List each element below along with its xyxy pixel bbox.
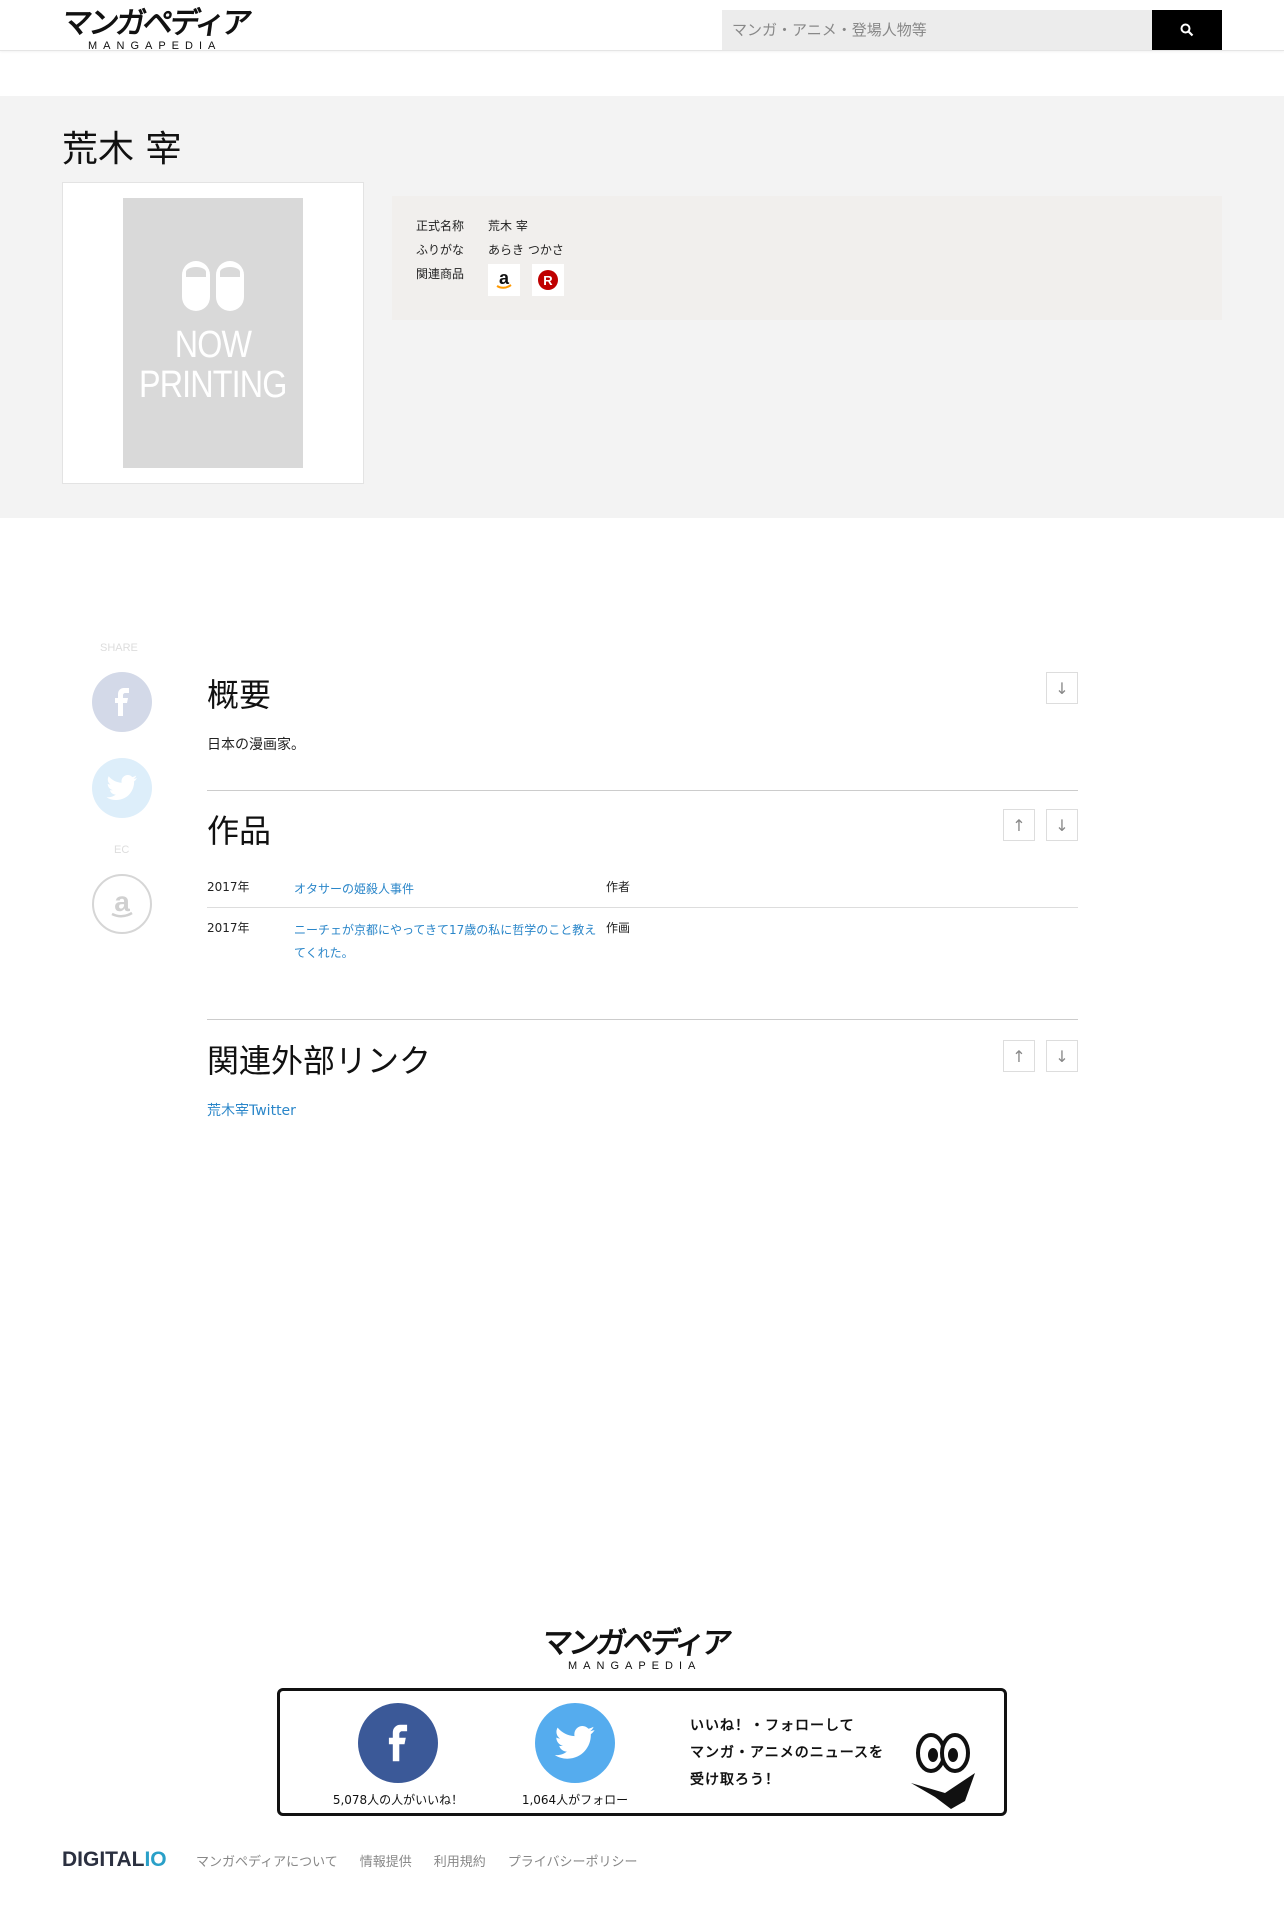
- arrow-down-icon: ↓: [1055, 815, 1069, 835]
- footer-logo[interactable]: マンガペディア MANGAPEDIA: [539, 1626, 742, 1672]
- scroll-down-button[interactable]: ↓: [1046, 672, 1078, 704]
- scroll-up-button[interactable]: ↑: [1003, 809, 1035, 841]
- amazon-icon: a: [111, 887, 133, 918]
- cover-frame: NOW PRINTING: [62, 182, 364, 484]
- search-button[interactable]: [1152, 10, 1222, 50]
- twitter-follow-button[interactable]: [535, 1703, 615, 1783]
- footer-bar: DIGITALIO マンガペディアについて 情報提供 利用規約 プライバシーポリ…: [62, 1848, 659, 1872]
- search-icon: [1180, 23, 1194, 37]
- now-printing-image: NOW PRINTING: [123, 198, 303, 468]
- work-year: 2017年: [207, 921, 250, 935]
- footer-link-about[interactable]: マンガペディアについて: [196, 1851, 338, 1870]
- follow-message-line: マンガ・アニメのニュースを: [690, 1745, 885, 1761]
- arrow-down-icon: ↓: [1055, 678, 1069, 698]
- digitalio-logo-suffix: IO: [144, 1848, 167, 1871]
- scroll-down-button[interactable]: ↓: [1046, 809, 1078, 841]
- info-label: ふりがな: [416, 243, 465, 257]
- twitter-icon: [554, 1726, 595, 1759]
- mascot-icon: [911, 1733, 975, 1809]
- work-role: 作画: [606, 921, 631, 935]
- facebook-icon: [388, 1724, 408, 1762]
- work-title-link[interactable]: ニーチェが京都にやってきて17歳の私に哲学のこと教えてくれた。: [294, 919, 606, 965]
- follow-message-line: いいね！・フォローして: [690, 1718, 855, 1734]
- svg-text:a: a: [499, 268, 510, 288]
- follow-message-line: 受け取ろう！: [690, 1772, 780, 1788]
- follow-message: いいね！・フォローして マンガ・アニメのニュースを 受け取ろう！: [690, 1713, 884, 1794]
- work-title-link[interactable]: オタサーの姫殺人事件: [294, 878, 606, 901]
- profile-info: 正式名称 荒木 宰 ふりがな あらき つかさ 関連商品 a R: [392, 196, 1222, 320]
- eyes-icon: [182, 261, 244, 311]
- row-divider: [207, 907, 1078, 908]
- facebook-share-button[interactable]: [92, 672, 152, 732]
- arrow-up-icon: ↑: [1012, 815, 1026, 835]
- site-header: マンガペディア MANGAPEDIA: [0, 0, 1284, 52]
- info-row-furigana: ふりがな あらき つかさ: [416, 238, 1198, 262]
- info-row-official-name: 正式名称 荒木 宰: [416, 214, 1198, 238]
- svg-text:a: a: [114, 887, 130, 917]
- external-link-twitter[interactable]: 荒木宰Twitter: [207, 1100, 296, 1120]
- logo-text-jp: マンガペディア: [539, 1626, 732, 1661]
- section-divider: [207, 790, 1078, 791]
- twitter-icon: [106, 775, 137, 800]
- facebook-icon: [115, 688, 129, 716]
- logo-text-en: MANGAPEDIA: [88, 40, 222, 52]
- works-row: 2017年 ニーチェが京都にやってきて17歳の私に哲学のこと教えてくれた。 作画: [207, 919, 1078, 965]
- info-label: 関連商品: [416, 267, 465, 281]
- digitalio-logo[interactable]: DIGITALIO: [62, 1848, 196, 1872]
- links-heading: 関連外部リンク: [207, 1042, 432, 1080]
- info-value: あらき つかさ: [488, 243, 564, 257]
- logo-text-jp: マンガペディア: [59, 6, 252, 41]
- footer-link-info[interactable]: 情報提供: [360, 1851, 412, 1870]
- now-printing-line2: PRINTING: [139, 364, 287, 406]
- svg-text:R: R: [543, 273, 553, 288]
- site-logo[interactable]: マンガペディア MANGAPEDIA: [59, 6, 262, 52]
- overview-text: 日本の漫画家。: [207, 737, 305, 753]
- arrow-up-icon: ↑: [1012, 1046, 1026, 1066]
- works-heading: 作品: [207, 812, 272, 850]
- digitalio-logo-text: DIGITAL: [62, 1848, 145, 1871]
- info-value: 荒木 宰: [488, 219, 528, 233]
- scroll-down-button[interactable]: ↓: [1046, 1040, 1078, 1072]
- twitter-share-button[interactable]: [92, 758, 152, 818]
- footer-link-privacy[interactable]: プライバシーポリシー: [508, 1851, 638, 1870]
- overview-heading: 概要: [207, 676, 272, 714]
- info-label: 正式名称: [416, 219, 465, 233]
- facebook-like-button[interactable]: [358, 1703, 438, 1783]
- search-bar: [722, 10, 1222, 50]
- search-input[interactable]: [722, 10, 1152, 50]
- ec-label: EC: [114, 844, 130, 856]
- amazon-icon[interactable]: a: [488, 264, 520, 296]
- scroll-up-button[interactable]: ↑: [1003, 1040, 1035, 1072]
- twitter-follower-count: 1,064人がフォロー: [521, 1793, 629, 1807]
- facebook-like-count: 5,078人の人がいいね！: [332, 1793, 464, 1807]
- arrow-down-icon: ↓: [1055, 1046, 1069, 1066]
- info-row-products: 関連商品 a R: [416, 262, 1198, 296]
- logo-text-en: MANGAPEDIA: [568, 1660, 702, 1672]
- follow-box: 5,078人の人がいいね！ 1,064人がフォロー いいね！・フォローして マン…: [277, 1688, 1007, 1816]
- now-printing-line1: NOW: [174, 324, 252, 366]
- work-year: 2017年: [207, 880, 250, 894]
- page-title: 荒木 宰: [62, 129, 182, 170]
- section-divider: [207, 1019, 1078, 1020]
- footer-link-terms[interactable]: 利用規約: [434, 1851, 486, 1870]
- share-label: SHARE: [100, 642, 138, 654]
- works-row: 2017年 オタサーの姫殺人事件 作者: [207, 878, 1078, 901]
- rakuten-icon[interactable]: R: [532, 264, 564, 296]
- amazon-ec-button[interactable]: a: [92, 874, 152, 934]
- work-role: 作者: [606, 880, 631, 894]
